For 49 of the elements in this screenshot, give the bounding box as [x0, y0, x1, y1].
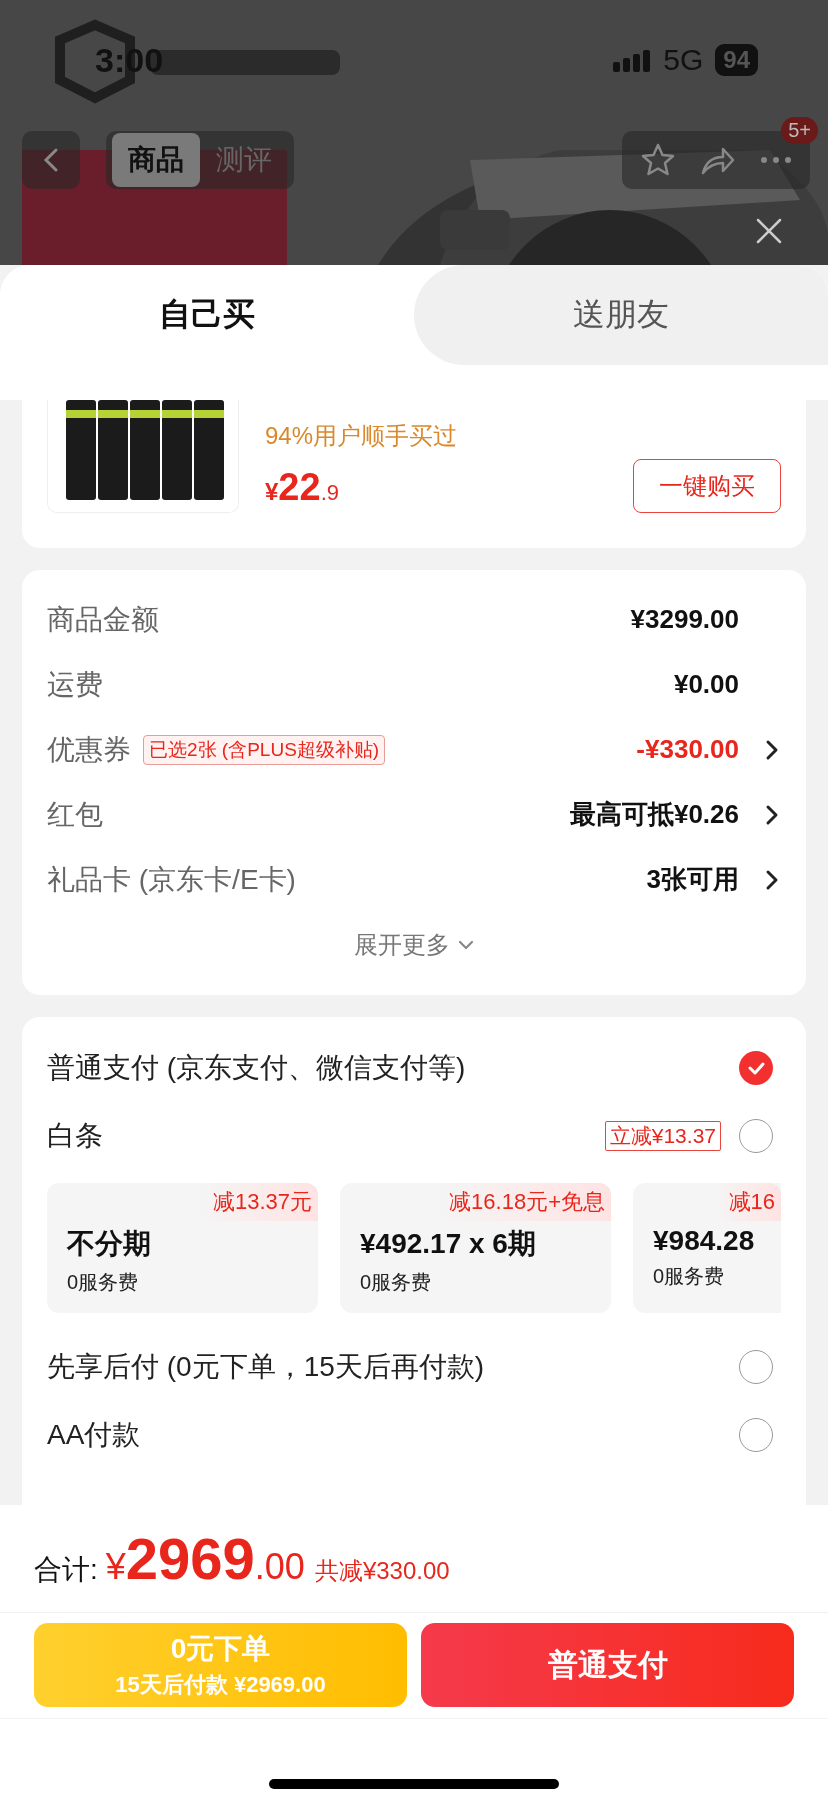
total-saving: 共减¥330.00 — [314, 1556, 450, 1586]
row-label: 礼品卡 (京东卡/E卡) — [47, 862, 296, 897]
row-value: 3张可用 — [646, 863, 739, 896]
row-value: 最高可抵¥0.26 — [569, 798, 739, 831]
service-fee: 0服务费 — [67, 1270, 140, 1295]
total-amount: ¥2969.00 — [105, 1525, 305, 1592]
chevron-down-icon — [458, 938, 474, 951]
expand-more-button[interactable]: 展开更多 — [354, 928, 474, 961]
signal-icon — [613, 48, 652, 72]
recommendation-note: 94%用户顺手买过 — [265, 421, 458, 451]
total-label: 合计: — [34, 1553, 98, 1587]
installment-card[interactable]: 减16 ¥984.28 0服务费 — [633, 1183, 781, 1313]
row-value: ¥0.00 — [673, 669, 739, 700]
installment-card[interactable]: 减16.18元+免息 ¥492.17 x 6期 0服务费 — [340, 1183, 611, 1313]
nav-tab[interactable]: 测评 — [200, 133, 288, 187]
close-icon[interactable] — [756, 218, 782, 244]
payment-option-label: 白条 — [47, 1119, 103, 1153]
radio-button[interactable] — [739, 1119, 773, 1153]
service-fee: 0服务费 — [360, 1270, 433, 1295]
sheet-tab[interactable]: 送朋友 — [414, 265, 828, 365]
radio-button[interactable] — [739, 1418, 773, 1452]
radio-button[interactable] — [739, 1350, 773, 1384]
row-label: 红包 — [47, 797, 103, 832]
installment-title: ¥492.17 x 6期 — [360, 1227, 537, 1261]
payment-option-label: 普通支付 (京东支付、微信支付等) — [47, 1051, 466, 1085]
service-fee: 0服务费 — [653, 1264, 726, 1289]
back-button[interactable] — [22, 131, 80, 189]
row-label: 运费 — [47, 667, 103, 702]
row-value: ¥3299.00 — [630, 604, 739, 635]
installment-card[interactable]: 减13.37元 不分期 0服务费 — [47, 1183, 318, 1313]
favorite-button[interactable] — [640, 142, 676, 178]
coupon-tag: 已选2张 (含PLUS超级补贴) — [143, 734, 386, 765]
discount-tag: 立减¥13.37 — [604, 1121, 721, 1151]
payment-option-label: 先享后付 (0元下单，15天后再付款) — [47, 1350, 485, 1384]
pay-button[interactable]: 普通支付 — [421, 1623, 794, 1707]
one-click-buy-button[interactable]: 一键购买 — [633, 459, 781, 513]
product-price: ¥22.9 — [265, 466, 339, 509]
star-icon — [640, 142, 676, 178]
more-button[interactable] — [760, 156, 792, 164]
radio-button[interactable] — [739, 1051, 773, 1085]
payment-option-label: AA付款 — [47, 1418, 141, 1452]
installment-title: ¥984.28 — [653, 1225, 756, 1257]
row-label: 优惠券 — [47, 732, 131, 767]
battery-indicator: 94 — [715, 44, 758, 76]
nav-tab[interactable]: 商品 — [112, 133, 200, 187]
more-icon — [760, 156, 792, 164]
installment-title: 不分期 — [67, 1227, 152, 1261]
row-label: 商品金额 — [47, 602, 159, 637]
row-value: -¥330.00 — [636, 734, 739, 765]
